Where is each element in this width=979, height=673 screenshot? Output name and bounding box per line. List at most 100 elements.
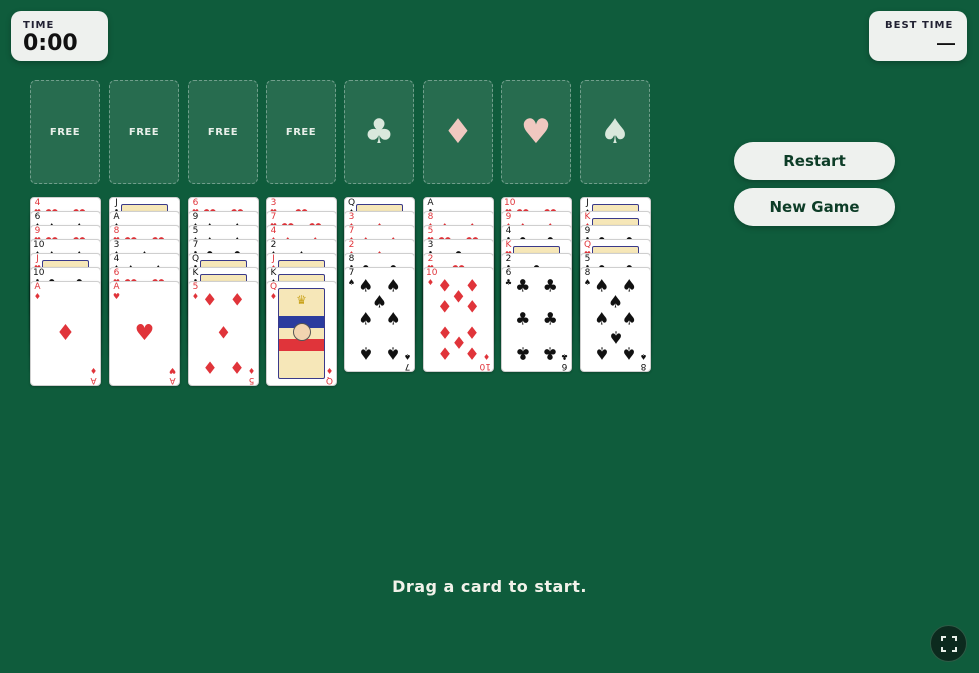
- diamond-icon: ♦: [229, 356, 245, 377]
- card-corner-bottom: A ♦: [89, 366, 98, 385]
- diamond-icon: ♦: [33, 292, 42, 301]
- best-time-label: BEST TIME: [885, 20, 954, 31]
- diamond-icon: ♦: [55, 320, 76, 346]
- playing-card[interactable]: Q ♦ Q ♦ ♛: [266, 281, 337, 386]
- card-rank: J: [36, 254, 39, 264]
- card-rank: 9: [192, 212, 199, 222]
- card-rank: J: [115, 198, 118, 208]
- restart-button[interactable]: Restart: [734, 142, 895, 180]
- card-rank: 8: [427, 212, 434, 222]
- card-rank: 9: [505, 212, 512, 222]
- diamond-icon: ♦: [464, 297, 480, 318]
- card-rank: Q: [347, 198, 356, 208]
- card-rank: 7: [270, 212, 277, 222]
- card-rank: Q: [325, 375, 334, 385]
- heart-icon: ♥: [112, 292, 121, 301]
- card-corner: 7 ♠: [347, 268, 356, 288]
- card-rank: 10: [33, 240, 45, 250]
- card-rank: A: [113, 282, 120, 292]
- card-rank: 2: [348, 240, 355, 250]
- diamond-icon: ♦: [464, 342, 480, 363]
- card-rank: 6: [192, 198, 199, 208]
- foundation-clubs[interactable]: ♣: [344, 80, 414, 184]
- club-icon: ♣: [515, 276, 531, 297]
- free-cell-4[interactable]: FREE: [266, 80, 336, 184]
- playing-card[interactable]: A ♥ A ♥ ♥: [109, 281, 180, 386]
- spade-icon: ♠: [594, 309, 610, 329]
- card-rank: 4: [113, 254, 120, 264]
- card-rank: 4: [34, 198, 41, 208]
- diamond-icon: ♦: [89, 366, 98, 375]
- card-rank: 5: [248, 375, 255, 385]
- card-corner: 10 ♦: [426, 268, 438, 288]
- card-rank: 10: [479, 361, 491, 371]
- hearts-icon: ♥: [520, 112, 552, 152]
- free-cell-1[interactable]: FREE: [30, 80, 100, 184]
- spades-icon: ♠: [599, 112, 631, 152]
- playing-card[interactable]: 7 ♠ 7 ♠ ♠ ♠ ♠ ♠ ♠ ♠ ♠: [344, 267, 415, 372]
- card-corner: Q ♦: [269, 282, 278, 302]
- card-rank: 10: [426, 268, 438, 278]
- club-icon: ♣: [504, 278, 513, 287]
- spade-icon: ♠: [621, 342, 637, 363]
- diamond-icon: ♦: [215, 323, 232, 343]
- card-corner-bottom: 5 ♦: [247, 366, 256, 385]
- crown-icon: ♛: [296, 293, 307, 307]
- card-rank: 6: [561, 361, 568, 371]
- free-cell-label: FREE: [207, 126, 239, 138]
- card-rank: 3: [270, 198, 277, 208]
- fullscreen-button[interactable]: [930, 625, 967, 662]
- card-rank: Q: [583, 240, 592, 250]
- card-rank: 2: [270, 240, 277, 250]
- free-cell-3[interactable]: FREE: [188, 80, 258, 184]
- card-rank: K: [505, 240, 512, 250]
- club-icon: ♣: [515, 342, 531, 363]
- card-corner-bottom: 7 ♠: [403, 352, 412, 371]
- card-corner: 6 ♣: [504, 269, 513, 288]
- diamonds-icon: ♦: [442, 112, 474, 152]
- spade-icon: ♠: [358, 342, 374, 363]
- club-icon: ♣: [542, 309, 558, 329]
- free-cell-2[interactable]: FREE: [109, 80, 179, 184]
- card-rank: K: [584, 212, 591, 222]
- card-rank: A: [427, 198, 434, 208]
- card-rank: 7: [348, 268, 355, 278]
- spade-icon: ♠: [385, 309, 401, 329]
- playing-card[interactable]: A ♦ A ♦ ♦: [30, 281, 101, 386]
- new-game-button[interactable]: New Game: [734, 188, 895, 226]
- playing-card[interactable]: 5 ♦ 5 ♦ ♦ ♦ ♦ ♦ ♦: [188, 281, 259, 386]
- card-corner: 8 ♠: [583, 269, 592, 288]
- playing-card[interactable]: 10 ♦ 10 ♦ ♦ ♦ ♦ ♦ ♦ ♦ ♦ ♦ ♦ ♦: [423, 267, 494, 372]
- card-rank: J: [272, 254, 275, 264]
- card-rank: Q: [269, 282, 278, 292]
- best-time-value: —: [937, 33, 955, 53]
- foundation-hearts[interactable]: ♥: [501, 80, 571, 184]
- card-rank: 4: [270, 226, 277, 236]
- card-rank: 9: [584, 226, 591, 236]
- diamond-icon: ♦: [426, 278, 435, 287]
- best-time-panel: BEST TIME —: [869, 11, 967, 61]
- foundation-diamonds[interactable]: ♦: [423, 80, 493, 184]
- playing-card[interactable]: 8 ♠ 8 ♠ ♠ ♠ ♠ ♠ ♠ ♠ ♠ ♠: [580, 267, 651, 372]
- diamond-icon: ♦: [437, 297, 453, 318]
- card-rank: 6: [34, 212, 41, 222]
- card-rank: 2: [427, 254, 434, 264]
- card-rank: 5: [192, 282, 199, 292]
- diamond-icon: ♦: [482, 352, 491, 361]
- club-icon: ♣: [542, 276, 558, 297]
- timer-value: 0:00: [23, 31, 78, 56]
- card-rank: A: [90, 375, 97, 385]
- heart-icon: ♥: [134, 320, 155, 346]
- card-rank: 7: [348, 226, 355, 236]
- card-rank: 4: [505, 226, 512, 236]
- diamond-icon: ♦: [437, 321, 453, 342]
- foundation-spades[interactable]: ♠: [580, 80, 650, 184]
- spade-icon: ♠: [358, 309, 374, 329]
- card-rank: 10: [504, 198, 516, 208]
- timer-panel: TIME 0:00: [11, 11, 108, 61]
- spade-icon: ♠: [403, 352, 412, 361]
- card-corner: 5 ♦: [191, 282, 200, 302]
- card-rank: 3: [427, 240, 434, 250]
- playing-card[interactable]: 6 ♣ 6 ♣ ♣ ♣ ♣ ♣ ♣ ♣: [501, 267, 572, 372]
- card-corner-bottom: Q ♦: [325, 366, 334, 385]
